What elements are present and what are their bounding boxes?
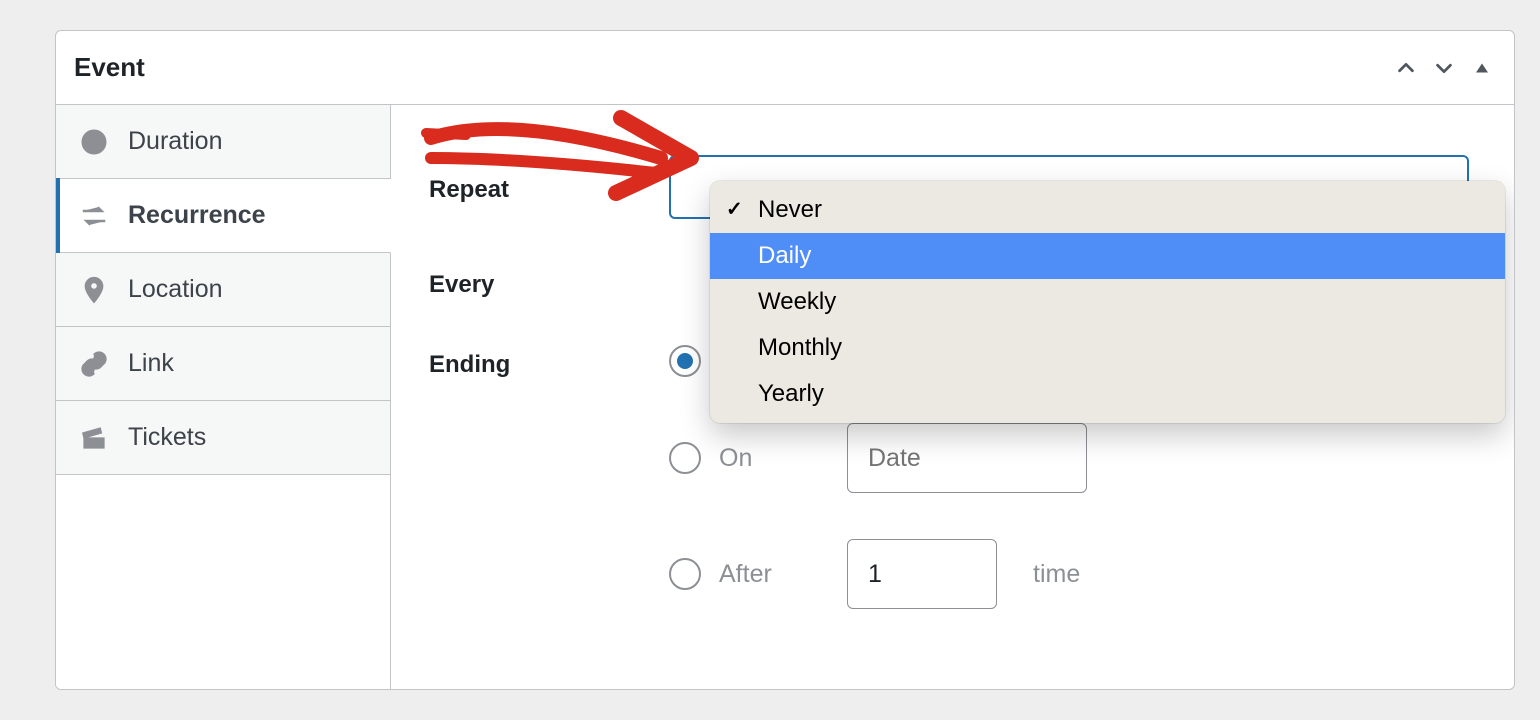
panel-title: Event [74,52,145,83]
panel-header: Event [56,31,1514,105]
repeat-dropdown-menu: Never Daily Weekly Monthly Yearly [710,181,1505,423]
clock-icon [78,126,110,158]
panel-controls [1392,54,1496,82]
move-down-button[interactable] [1430,54,1458,82]
radio-label: After [719,560,829,589]
move-up-button[interactable] [1392,54,1420,82]
tabs-sidebar: Duration Recurrence Location Link [56,105,391,689]
chevron-down-icon [1433,57,1455,79]
tab-label: Tickets [128,423,206,452]
link-icon [78,348,110,380]
collapse-button[interactable] [1468,54,1496,82]
radio[interactable] [669,558,701,590]
tab-location[interactable]: Location [56,253,390,327]
tab-link[interactable]: Link [56,327,390,401]
triangle-up-icon [1473,59,1491,77]
radio[interactable] [669,442,701,474]
event-panel: Event Duration [55,30,1515,690]
dropdown-option-daily[interactable]: Daily [710,233,1505,279]
label-every: Every [429,265,669,299]
tab-label: Duration [128,127,223,156]
tab-tickets[interactable]: Tickets [56,401,390,475]
ending-option-on[interactable]: On [669,423,1087,493]
tab-recurrence[interactable]: Recurrence [56,179,391,253]
repeat-icon [78,200,110,232]
pin-icon [78,274,110,306]
label-repeat: Repeat [429,170,669,204]
tab-duration[interactable]: Duration [56,105,390,179]
ending-date-input[interactable] [847,423,1087,493]
tab-label: Recurrence [128,201,266,230]
tab-label: Location [128,275,223,304]
ending-after-suffix: time [1033,560,1080,589]
chevron-up-icon [1395,57,1417,79]
radio-rad[interactable] [669,345,701,377]
tab-label: Link [128,349,174,378]
ending-option-after[interactable]: After time [669,539,1087,609]
label-ending: Ending [429,345,669,379]
radio-label: On [719,444,829,473]
tickets-icon [78,422,110,454]
dropdown-option-never[interactable]: Never [710,187,1505,233]
dropdown-option-monthly[interactable]: Monthly [710,325,1505,371]
dropdown-option-yearly[interactable]: Yearly [710,371,1505,417]
dropdown-option-weekly[interactable]: Weekly [710,279,1505,325]
ending-after-input[interactable] [847,539,997,609]
